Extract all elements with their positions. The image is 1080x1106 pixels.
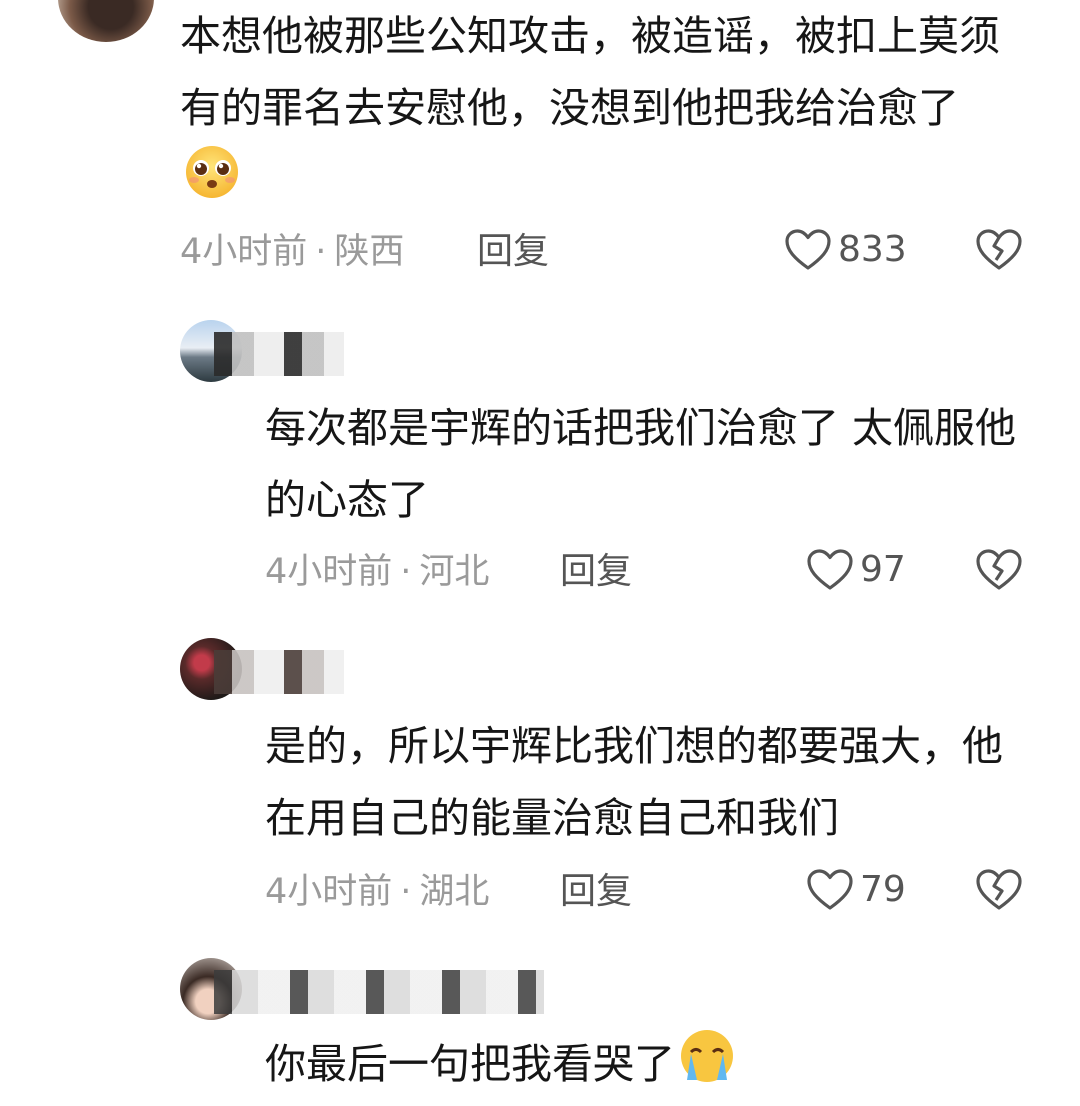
timestamp: 4小时前	[265, 552, 393, 592]
comment-text: 每次都是宇辉的话把我们治愈了 太佩服他的心态了	[265, 404, 1017, 524]
username-blurred	[214, 332, 344, 376]
comment-text: 本想他被那些公知攻击，被造谣，被扣上莫须有的罪名去安慰他，没想到他把我给治愈了	[180, 0, 1020, 222]
separator: ·	[315, 232, 327, 272]
broken-heart-icon	[975, 229, 1023, 276]
dislike-button[interactable]	[975, 548, 1023, 596]
separator: ·	[400, 872, 412, 912]
comment-meta: 4小时前 · 河北	[265, 550, 489, 594]
like-count: 833	[838, 229, 907, 270]
username-blurred	[214, 970, 544, 1014]
comment-meta: 4小时前 · 湖北	[265, 870, 489, 914]
comment-meta: 4小时前 · 陕西	[180, 230, 404, 274]
broken-heart-icon	[975, 549, 1023, 596]
like-count: 79	[860, 869, 906, 910]
heart-icon	[806, 548, 854, 592]
ip-location: 湖北	[419, 872, 490, 912]
ip-location: 陕西	[334, 232, 405, 272]
like-button[interactable]: 79	[806, 868, 906, 912]
like-button[interactable]: 833	[784, 228, 907, 272]
avatar[interactable]	[58, 0, 154, 42]
ip-location: 河北	[419, 552, 490, 592]
separator: ·	[400, 552, 412, 592]
dislike-button[interactable]	[975, 228, 1023, 276]
timestamp: 4小时前	[180, 232, 308, 272]
pleading-face-icon	[182, 144, 242, 222]
username-blurred	[214, 650, 344, 694]
reply-button[interactable]: 回复	[560, 870, 632, 914]
reply-button[interactable]: 回复	[560, 550, 632, 594]
broken-heart-icon	[975, 869, 1023, 916]
comment-text: 是的，所以宇辉比我们想的都要强大，他在用自己的能量治愈自己和我们	[265, 722, 1003, 842]
crying-face-icon	[677, 1028, 737, 1106]
heart-icon	[806, 868, 854, 912]
reply-button[interactable]: 回复	[477, 230, 549, 274]
heart-icon	[784, 228, 832, 272]
like-count: 97	[860, 549, 906, 590]
dislike-button[interactable]	[975, 868, 1023, 916]
timestamp: 4小时前	[265, 872, 393, 912]
comment-text: 你最后一句把我看哭了	[265, 1028, 1025, 1106]
like-button[interactable]: 97	[806, 548, 906, 592]
